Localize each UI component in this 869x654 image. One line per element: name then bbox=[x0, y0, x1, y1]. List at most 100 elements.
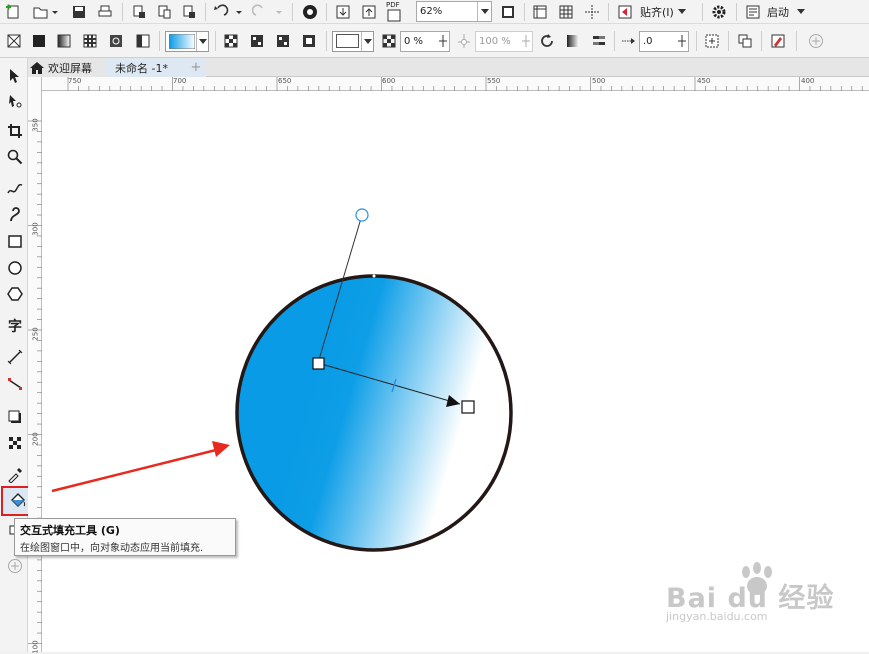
bitmap-pattern-fill-icon[interactable] bbox=[106, 31, 126, 51]
save-icon[interactable] bbox=[68, 2, 90, 22]
rectangular-fountain-icon[interactable] bbox=[298, 31, 320, 51]
tab-document-label: 未命名 -1* bbox=[115, 61, 168, 75]
open-icon[interactable] bbox=[30, 2, 60, 22]
ruler-h-ticks bbox=[67, 77, 863, 91]
annotation-arrow bbox=[51, 447, 221, 493]
annotation-arrowhead bbox=[212, 441, 230, 457]
chevron-down-icon[interactable] bbox=[477, 2, 491, 21]
fill-picker-dropdown[interactable] bbox=[165, 31, 209, 52]
fountain-fill-icon[interactable] bbox=[54, 31, 74, 51]
pick-tool-icon[interactable] bbox=[5, 66, 25, 86]
mirror-fill-icon[interactable] bbox=[562, 31, 584, 51]
watermark-url: jingyan.baidu.com bbox=[666, 610, 768, 623]
export-icon[interactable] bbox=[153, 2, 175, 22]
opacity-value: 100 % bbox=[479, 36, 511, 47]
rectangle-tool-icon[interactable] bbox=[5, 231, 25, 251]
fill-end-node[interactable] bbox=[461, 400, 475, 414]
pdf-export-icon[interactable]: PDF bbox=[383, 1, 407, 23]
spin-icon[interactable] bbox=[522, 35, 530, 50]
outline-color-dropdown[interactable] bbox=[332, 31, 374, 52]
spin-icon[interactable] bbox=[678, 35, 686, 50]
fill-start-node[interactable] bbox=[312, 357, 325, 370]
vertical-ruler[interactable]: 350 300 250 200 150 100 bbox=[28, 77, 42, 654]
drop-shadow-tool-icon[interactable] bbox=[5, 407, 25, 427]
connector-tool-icon[interactable] bbox=[5, 374, 25, 394]
home-icon bbox=[30, 61, 44, 74]
ruler-label: 550 bbox=[487, 77, 501, 85]
free-scale-icon[interactable] bbox=[701, 31, 723, 51]
acceleration-field[interactable]: .0 bbox=[639, 31, 689, 52]
reverse-fill-icon[interactable] bbox=[536, 31, 558, 51]
chevron-down-icon[interactable] bbox=[196, 32, 208, 51]
snap-to-menu[interactable]: 贴齐(I) bbox=[640, 0, 688, 24]
rulers-icon[interactable] bbox=[529, 2, 551, 22]
conical-fountain-icon[interactable] bbox=[272, 31, 294, 51]
full-screen-icon[interactable] bbox=[497, 2, 519, 22]
corel-connect-icon[interactable] bbox=[299, 2, 321, 22]
print-icon[interactable] bbox=[94, 2, 116, 22]
ruler-label: 250 bbox=[31, 327, 40, 341]
undo-icon[interactable] bbox=[210, 2, 246, 22]
eyedropper-tool-icon[interactable] bbox=[5, 465, 25, 485]
no-fill-icon[interactable] bbox=[4, 31, 24, 51]
freehand-tool-icon[interactable] bbox=[5, 178, 25, 198]
tooltip-description: 在绘图窗口中，向对象动态应用当前填充. bbox=[20, 543, 204, 554]
tab-welcome[interactable]: 欢迎屏幕 bbox=[24, 58, 106, 77]
new-document-icon[interactable] bbox=[2, 2, 24, 22]
zoom-value: 62% bbox=[420, 6, 443, 17]
grid-icon[interactable] bbox=[555, 2, 577, 22]
artistic-media-icon[interactable] bbox=[5, 205, 25, 225]
export-file-icon[interactable] bbox=[358, 2, 380, 22]
publish-icon[interactable] bbox=[178, 2, 200, 22]
elliptical-fountain-icon[interactable] bbox=[246, 31, 268, 51]
chevron-down-icon[interactable] bbox=[361, 32, 373, 51]
redo-icon[interactable] bbox=[250, 2, 286, 22]
linear-fountain-icon[interactable] bbox=[220, 31, 242, 51]
text-tool-icon[interactable]: 字 bbox=[5, 316, 25, 336]
uniform-fill-icon[interactable] bbox=[29, 31, 49, 51]
ruler-label: 450 bbox=[697, 77, 711, 85]
toolbox: 字 bbox=[0, 58, 32, 652]
zoom-level-field[interactable]: 62% bbox=[416, 1, 492, 22]
transparency-field[interactable]: 0 % bbox=[400, 31, 450, 52]
zoom-tool-icon[interactable] bbox=[5, 147, 25, 167]
add-icon[interactable] bbox=[5, 556, 25, 576]
import-file-icon[interactable] bbox=[332, 2, 354, 22]
opacity-field[interactable]: 100 % bbox=[475, 31, 533, 52]
launch-menu[interactable]: 启动 bbox=[767, 0, 811, 24]
node-position-icon bbox=[454, 31, 474, 51]
tooltip-title: 交互式填充工具 (G) bbox=[20, 524, 120, 537]
add-icon[interactable] bbox=[805, 31, 827, 51]
circle-top-node[interactable] bbox=[372, 274, 376, 278]
tab-welcome-label: 欢迎屏幕 bbox=[48, 61, 92, 75]
launch-icon[interactable] bbox=[742, 2, 764, 22]
launch-label: 启动 bbox=[767, 6, 789, 19]
standard-toolbar: PDF 62% 贴齐(I) 启动 bbox=[0, 0, 869, 24]
crop-tool-icon[interactable] bbox=[5, 121, 25, 141]
guidelines-icon[interactable] bbox=[581, 2, 603, 22]
document-tabs: 欢迎屏幕 未命名 -1* + bbox=[24, 58, 869, 77]
snap-to-icon[interactable] bbox=[614, 2, 636, 22]
ruler-label: 700 bbox=[173, 77, 187, 85]
ellipse-tool-icon[interactable] bbox=[5, 258, 25, 278]
import-icon[interactable] bbox=[128, 2, 150, 22]
transparency-tool-icon[interactable] bbox=[5, 433, 25, 453]
gear-icon[interactable] bbox=[708, 2, 730, 22]
shape-tool-icon[interactable] bbox=[5, 91, 25, 111]
fill-angle-handle[interactable] bbox=[355, 208, 369, 222]
transparency-icon[interactable] bbox=[379, 31, 399, 51]
horizontal-ruler[interactable]: 750 700 650 600 550 500 450 400 bbox=[34, 77, 869, 91]
edit-fill-icon[interactable] bbox=[588, 31, 610, 51]
ruler-label: 400 bbox=[801, 77, 815, 85]
spin-icon[interactable] bbox=[439, 35, 447, 50]
polygon-tool-icon[interactable] bbox=[5, 284, 25, 304]
property-bar: 0 % 100 % .0 bbox=[0, 24, 869, 58]
vector-pattern-fill-icon[interactable] bbox=[80, 31, 100, 51]
edit-fill-dialog-icon[interactable] bbox=[767, 31, 789, 51]
copy-fill-icon[interactable] bbox=[734, 31, 756, 51]
acceleration-icon bbox=[620, 31, 638, 51]
texture-fill-icon[interactable] bbox=[132, 31, 154, 51]
dimension-tool-icon[interactable] bbox=[5, 347, 25, 367]
ruler-label: 350 bbox=[31, 118, 40, 132]
add-tab-button[interactable]: + bbox=[187, 58, 205, 77]
